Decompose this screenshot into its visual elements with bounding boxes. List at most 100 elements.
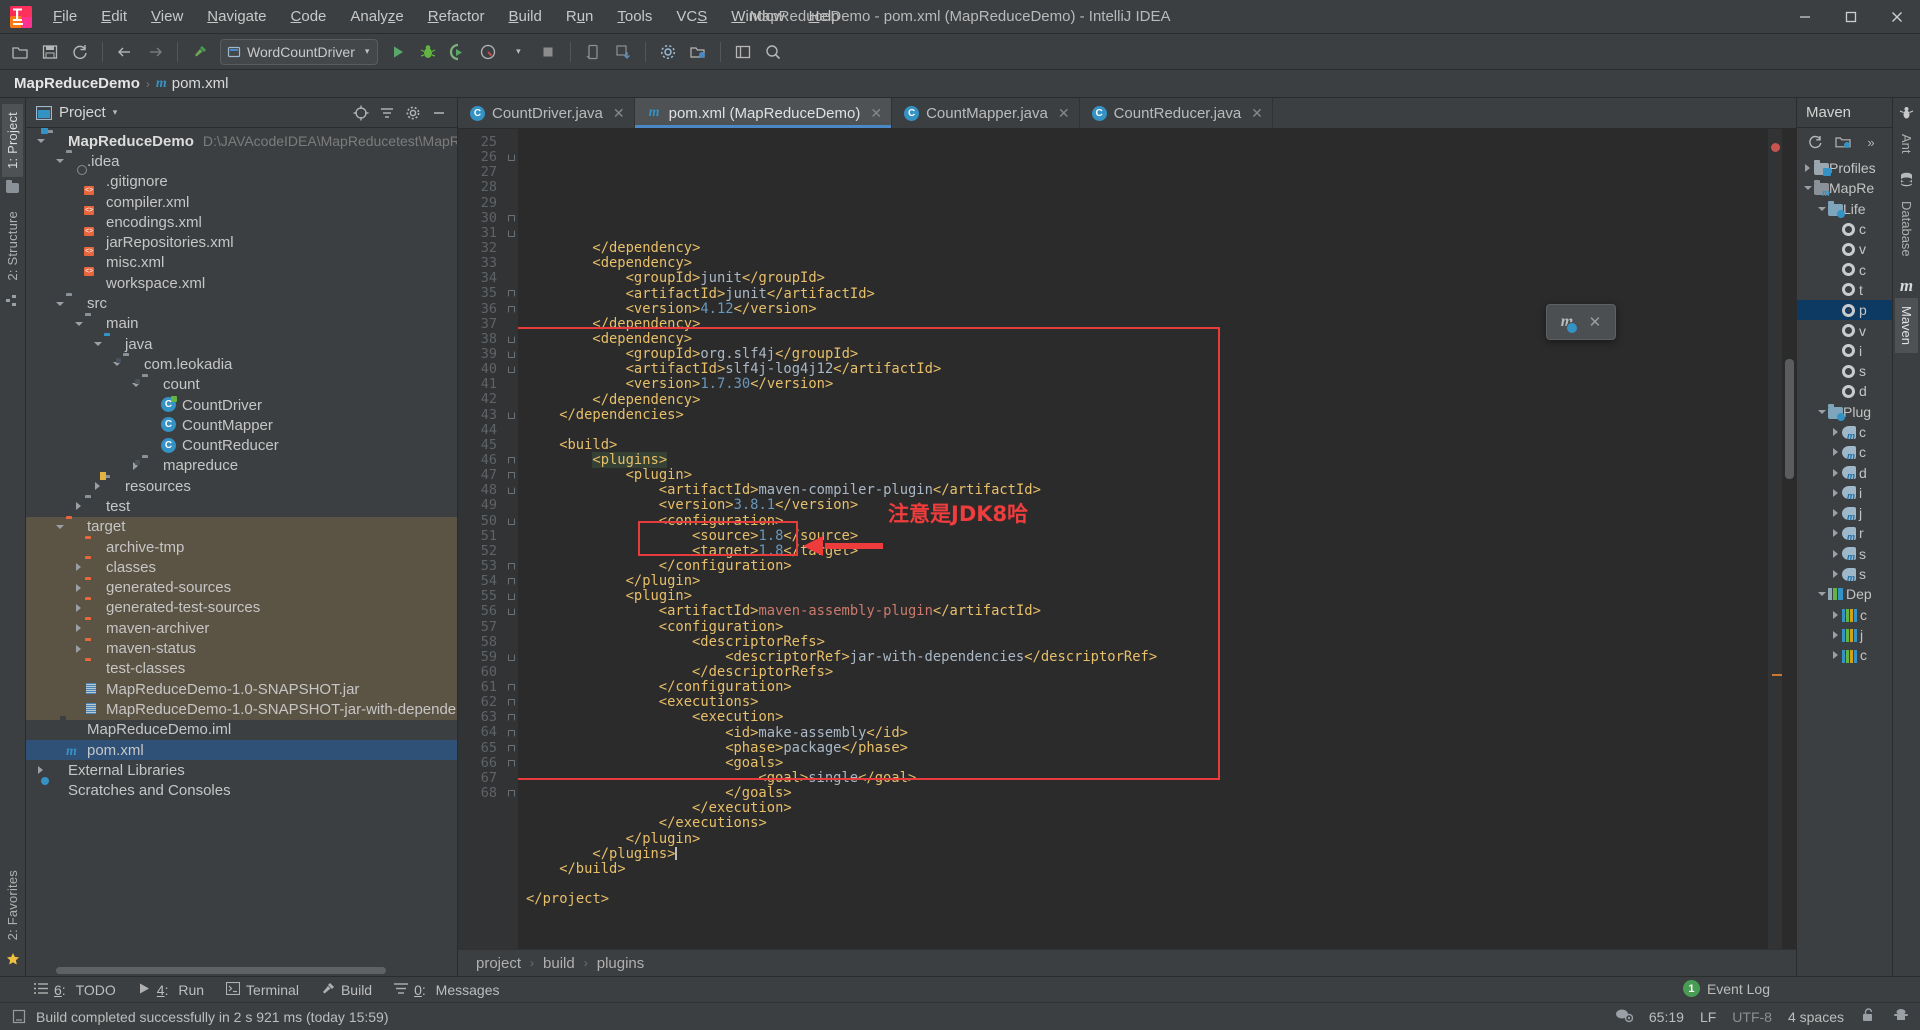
tree-twisty-icon[interactable] xyxy=(53,301,66,306)
fold-marker[interactable] xyxy=(504,514,518,529)
maven-node-r[interactable]: mr xyxy=(1797,523,1892,543)
profile-icon[interactable] xyxy=(474,38,502,66)
open-folder-icon[interactable] xyxy=(6,38,34,66)
maven-node-i[interactable]: mi xyxy=(1797,483,1892,503)
more-actions-icon[interactable]: » xyxy=(1859,130,1883,154)
tree-twisty-icon[interactable] xyxy=(1829,651,1842,660)
code-line[interactable]: <descriptorRefs> xyxy=(526,634,1768,650)
event-log-group[interactable]: 1 Event Log xyxy=(1682,980,1770,997)
maven-node-d[interactable]: md xyxy=(1797,462,1892,482)
scroll-from-source-icon[interactable] xyxy=(349,101,373,125)
maven-node-t[interactable]: t xyxy=(1797,280,1892,300)
tree-node-mapreducedemo-iml[interactable]: MapReduceDemo.iml xyxy=(26,720,457,740)
fold-marker[interactable] xyxy=(504,710,518,725)
rail-tab-database[interactable]: Database xyxy=(1895,193,1918,265)
maven-node-mapre[interactable]: m MapRe xyxy=(1797,178,1892,198)
fold-marker[interactable] xyxy=(504,620,518,635)
fold-marker[interactable] xyxy=(504,483,518,498)
tree-node-generated-test-sources[interactable]: generated-test-sources xyxy=(26,597,457,619)
maven-node-profiles[interactable]: Profiles xyxy=(1797,158,1892,178)
fold-marker[interactable] xyxy=(504,559,518,574)
tree-twisty-icon[interactable] xyxy=(1829,630,1842,639)
tree-twisty-icon[interactable] xyxy=(1815,206,1828,211)
code-line[interactable]: </plugin> xyxy=(526,831,1768,847)
maven-node-v[interactable]: v xyxy=(1797,239,1892,259)
tree-node-mapreducedemo[interactable]: MapReduceDemo D:\JAVAcodeIDEA\MapReducete… xyxy=(26,128,457,151)
editor-tab-countmapper-java[interactable]: C CountMapper.java ✕ xyxy=(892,98,1080,128)
tree-twisty-icon[interactable] xyxy=(1829,549,1842,558)
fold-marker[interactable] xyxy=(504,423,518,438)
code-line[interactable]: </execution> xyxy=(526,801,1768,816)
rail-tab-structure[interactable]: 2: Structure xyxy=(2,203,23,289)
code-line[interactable]: <plugins> xyxy=(526,452,1768,469)
code-line[interactable]: </plugin> xyxy=(526,574,1768,589)
code-line[interactable] xyxy=(526,877,1768,892)
tree-node-workspace-xml[interactable]: workspace.xml xyxy=(26,273,457,293)
maven-reload-popup[interactable]: m ✕ xyxy=(1546,304,1616,340)
maven-node-c[interactable]: c xyxy=(1797,219,1892,239)
code-line[interactable]: <goals> xyxy=(526,755,1768,771)
tree-node-archive-tmp[interactable]: archive-tmp xyxy=(26,536,457,558)
code-line[interactable]: <execution> xyxy=(526,710,1768,725)
profile-dropdown-icon[interactable]: ▾ xyxy=(504,38,532,66)
hide-panel-icon[interactable] xyxy=(427,101,451,125)
tree-node-maven-status[interactable]: maven-status xyxy=(26,638,457,659)
fold-marker[interactable] xyxy=(504,680,518,695)
maven-node-c[interactable]: mc xyxy=(1797,442,1892,462)
search-everywhere-icon[interactable] xyxy=(759,38,787,66)
indent-setting[interactable]: 4 spaces xyxy=(1788,1009,1844,1025)
rail-tab-project[interactable]: 1: Project xyxy=(2,104,23,177)
layout-icon[interactable] xyxy=(729,38,757,66)
tree-twisty-icon[interactable] xyxy=(1801,164,1814,173)
scrollbar-thumb[interactable] xyxy=(56,967,386,974)
build-hammer-icon[interactable] xyxy=(186,38,214,66)
rail-tab-ant[interactable]: Ant xyxy=(1895,126,1918,162)
fold-marker[interactable] xyxy=(504,635,518,650)
menu-file[interactable]: File xyxy=(42,5,88,28)
debug-icon[interactable] xyxy=(414,38,442,66)
maven-node-j[interactable]: mj xyxy=(1797,503,1892,523)
code-line[interactable]: </dependencies> xyxy=(526,407,1768,423)
fold-marker[interactable] xyxy=(504,665,518,680)
fold-marker[interactable] xyxy=(504,226,518,241)
tree-node-java[interactable]: java xyxy=(26,334,457,354)
code-line[interactable]: <groupId>junit</groupId> xyxy=(526,271,1768,286)
code-line[interactable]: <artifactId>maven-compiler-plugin</artif… xyxy=(526,483,1768,498)
fold-marker[interactable] xyxy=(504,544,518,559)
fold-marker[interactable] xyxy=(504,453,518,468)
tree-node-scratches-and-consoles[interactable]: Scratches and Consoles xyxy=(26,781,457,801)
editor-vertical-scrollbar[interactable] xyxy=(1782,129,1796,949)
tree-node-countmapper[interactable]: C CountMapper xyxy=(26,415,457,435)
code-line[interactable]: </plugins> xyxy=(526,846,1768,862)
code-line[interactable]: </goals> xyxy=(526,786,1768,801)
editor-tab-countdriver-java[interactable]: C CountDriver.java ✕ xyxy=(458,98,635,128)
minimize-button[interactable] xyxy=(1782,1,1828,33)
fold-marker[interactable] xyxy=(504,589,518,604)
close-button[interactable] xyxy=(1874,1,1920,33)
code-content[interactable]: 注意是JDK8哈 </dependency> <dependency> <group… xyxy=(518,129,1768,949)
rail-tab-favorites[interactable]: 2: Favorites xyxy=(2,862,23,948)
tree-twisty-icon[interactable] xyxy=(1829,570,1842,579)
tree-twisty-icon[interactable] xyxy=(72,583,85,592)
tree-twisty-icon[interactable] xyxy=(91,342,104,347)
code-line[interactable] xyxy=(526,423,1768,438)
maven-node-c[interactable]: c xyxy=(1797,259,1892,279)
fold-marker[interactable] xyxy=(504,574,518,589)
file-encoding[interactable]: UTF-8 xyxy=(1732,1009,1772,1025)
tree-node-count[interactable]: count xyxy=(26,375,457,395)
fold-marker[interactable] xyxy=(504,725,518,740)
code-line[interactable]: </project> xyxy=(526,892,1768,907)
menu-tools[interactable]: Tools xyxy=(606,5,663,28)
tree-twisty-icon[interactable] xyxy=(72,321,85,326)
menu-view[interactable]: View xyxy=(140,5,194,28)
settings-gear-icon[interactable] xyxy=(401,101,425,125)
maven-node-c[interactable]: c xyxy=(1797,645,1892,665)
tree-node-idea[interactable]: .idea xyxy=(26,151,457,171)
maven-node-s[interactable]: ms xyxy=(1797,544,1892,564)
tree-twisty-icon[interactable] xyxy=(53,159,66,164)
code-line[interactable]: </build> xyxy=(526,861,1768,877)
save-icon[interactable] xyxy=(36,38,64,66)
tree-twisty-icon[interactable] xyxy=(72,644,85,653)
fold-marker[interactable] xyxy=(504,165,518,180)
tree-twisty-icon[interactable] xyxy=(1829,488,1842,497)
